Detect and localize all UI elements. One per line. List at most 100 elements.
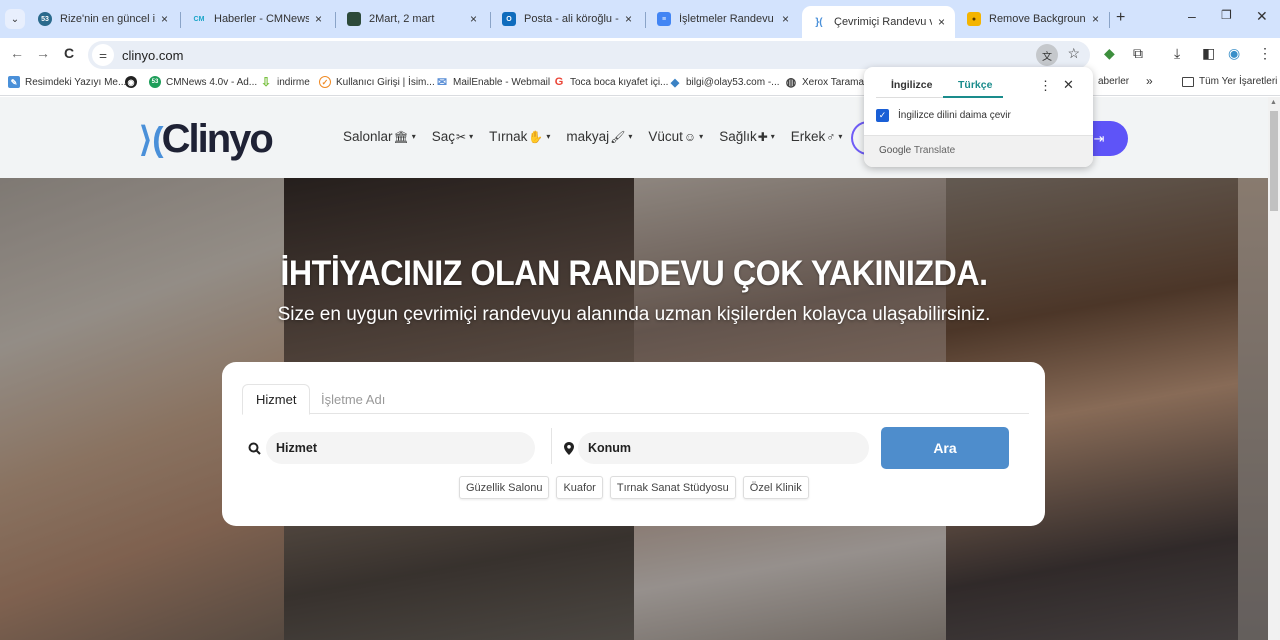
browser-tab[interactable]: CM Haberler - CMNews v6 A × (182, 4, 332, 34)
bookmark-item[interactable]: ✓ Kullanıcı Girişi | İsim... (319, 76, 435, 88)
target-language-tab[interactable]: Türkçe (958, 79, 992, 91)
tab-close-icon[interactable]: × (938, 15, 945, 29)
bookmark-item[interactable]: aberler (1098, 76, 1129, 87)
address-bar[interactable]: ⚌ clinyo.com 文 ☆ (88, 41, 1090, 69)
tab-close-icon[interactable]: × (161, 12, 168, 26)
chip-tirnak-sanat-studyosu[interactable]: Tırnak Sanat Stüdyosu (609, 476, 736, 499)
tab-close-icon[interactable]: × (470, 12, 477, 26)
tab-isletme-adi[interactable]: İşletme Adı (308, 384, 398, 415)
bookmark-icon: ✓ (319, 76, 331, 88)
browser-tab[interactable]: 2Mart, 2 mart × (337, 4, 487, 34)
chevron-down-icon: ⌄ (10, 13, 20, 25)
bookmarks-overflow-button[interactable]: » (1146, 74, 1153, 88)
scrollbar-thumb[interactable] (1270, 111, 1278, 211)
minimize-button[interactable]: – (1188, 8, 1196, 24)
browser-tab-active[interactable]: }( Çevrimiçi Randevu ve Ra × (802, 6, 955, 38)
tab-close-icon[interactable]: × (315, 12, 322, 26)
browser-tab[interactable]: ● Remove Background fror × (957, 4, 1109, 34)
nav-item-erkek[interactable]: Erkek ♂ ▾ (791, 129, 843, 144)
nav-label: Tırnak (489, 129, 528, 144)
translate-icon[interactable]: 文 (1036, 44, 1058, 66)
site-info-icon[interactable]: ⚌ (92, 44, 114, 66)
bookmark-label: aberler (1098, 76, 1130, 87)
bookmark-label: Tüm Yer İşaretleri (1199, 76, 1278, 87)
butterfly-logo-icon: ⟩( (139, 120, 164, 159)
field-divider (551, 428, 552, 464)
chip-guzellik-salonu[interactable]: Güzellik Salonu (459, 476, 550, 499)
nav-item-tirnak[interactable]: Tırnak ✋ ▾ (489, 129, 550, 144)
bookmark-item[interactable]: ✎ Resimdeki Yazıyı Me... (8, 76, 126, 88)
medkit-icon: ✚ (757, 129, 768, 144)
sign-in-icon: ⇥ (1093, 130, 1105, 146)
tab-favicon-icon (347, 12, 361, 26)
chip-kuafor[interactable]: Kuafor (556, 476, 603, 499)
always-translate-label[interactable]: İngilizce dilini daima çevir (898, 110, 1011, 121)
restore-button[interactable]: ❐ (1221, 8, 1232, 22)
more-options-icon[interactable]: ⋮ (1039, 78, 1052, 94)
side-panel-icon[interactable]: ◧ (1202, 45, 1215, 62)
clinyo-logo[interactable]: ⟩( Clinyo (139, 117, 274, 162)
close-window-button[interactable]: ✕ (1256, 8, 1268, 25)
nav-item-sac[interactable]: Saç ✂ ▾ (432, 129, 473, 144)
back-button[interactable]: ← (10, 45, 24, 61)
nav-item-makyaj[interactable]: makyaj 🖌 ▾ (566, 129, 632, 144)
nav-label: Saç (431, 129, 456, 144)
tab-favicon-icon: ≡ (657, 12, 671, 26)
browser-tab[interactable]: ≡ İşletmeler Randevu Yöne × (647, 4, 799, 34)
extensions-puzzle-icon[interactable]: ⧉ (1133, 45, 1143, 62)
main-nav: Salonlar 🏛 ▾ Saç ✂ ▾ Tırnak ✋ ▾ makyaj 🖌 ▾ Vücut… (343, 129, 842, 144)
bookmark-icon: ⇩ (260, 75, 272, 89)
page-scrollbar[interactable]: ▲ (1268, 97, 1280, 640)
caret-down-icon: ▾ (838, 132, 843, 141)
downloads-icon[interactable]: ⤓ (1174, 45, 1180, 62)
hero-section: İHTİYACINIZ OLAN RANDEVU ÇOK YAKINIZDA. … (0, 178, 1268, 640)
new-tab-button[interactable]: + (1116, 9, 1125, 27)
tab-close-icon[interactable]: × (625, 12, 632, 26)
caret-down-icon: ▾ (546, 132, 551, 141)
logo-text: Clinyo (161, 117, 274, 161)
search-icon (248, 442, 261, 458)
tab-search-button[interactable]: ⌄ (5, 9, 25, 29)
bookmark-item[interactable]: ◍ Xerox Tarama (785, 75, 864, 89)
chip-ozel-klinik[interactable]: Özel Klinik (742, 476, 809, 499)
nav-item-saglik[interactable]: Sağlık ✚ ▾ (719, 129, 775, 144)
tab-close-icon[interactable]: × (1092, 12, 1099, 26)
source-language-tab[interactable]: İngilizce (891, 79, 932, 91)
bookmark-item[interactable]: ◆ bilgi@olay53.com -... (669, 76, 780, 89)
search-tabs: Hizmet İşletme Adı (242, 384, 1029, 415)
bookmark-item[interactable]: ✉ MailEnable - Webmail (436, 75, 550, 89)
caret-down-icon: ▾ (411, 132, 416, 141)
bookmark-item[interactable]: ◉ (125, 76, 142, 88)
scissors-icon: ✂ (456, 129, 467, 144)
browser-tab[interactable]: 53 Rize'nin en güncel interne × (28, 4, 178, 34)
location-input[interactable]: Konum (578, 432, 869, 464)
reload-button[interactable]: C (64, 45, 74, 61)
scroll-up-arrow-icon[interactable]: ▲ (1270, 99, 1277, 106)
search-submit-button[interactable]: Ara (881, 427, 1009, 469)
tab-hizmet[interactable]: Hizmet (242, 384, 311, 415)
always-translate-checkbox[interactable]: ✓ (876, 109, 889, 122)
menu-icon[interactable]: ⋮ (1258, 45, 1272, 62)
url-text[interactable]: clinyo.com (122, 48, 183, 63)
bookmark-label: Resimdeki Yazıyı Me... (25, 76, 127, 88)
bookmark-item[interactable]: ⇩ indirme (260, 75, 310, 89)
all-bookmarks-button[interactable]: Tüm Yer İşaretleri (1182, 76, 1277, 87)
bookmark-item[interactable]: 53 CMNews 4.0v - Ad... (149, 76, 257, 88)
browser-tab-bar: ⌄ 53 Rize'nin en güncel interne × CM Hab… (0, 0, 1280, 38)
bookmark-item[interactable]: G Toca boca kıyafet içi... (553, 76, 669, 88)
nav-item-salonlar[interactable]: Salonlar 🏛 ▾ (343, 129, 416, 144)
browser-tab[interactable]: O Posta - ali köroğlu - Outl × (492, 4, 642, 34)
nav-label: Salonlar (343, 129, 393, 144)
bookmark-icon: ◍ (785, 75, 797, 89)
tab-close-icon[interactable]: × (782, 12, 789, 26)
browser-toolbar: ← → C ⚌ clinyo.com 文 ☆ ◆ ⧉ ⤓ ◧ ◉ ⋮ (0, 38, 1280, 70)
bookmark-star-icon[interactable]: ☆ (1067, 45, 1080, 62)
forward-button[interactable]: → (36, 45, 50, 61)
close-icon[interactable]: ✕ (1063, 77, 1074, 93)
extension-icon[interactable]: ◆ (1104, 45, 1115, 62)
nav-item-vucut[interactable]: Vücut ☺ ▾ (648, 129, 703, 144)
tab-title: Posta - ali köroğlu - Outl (524, 13, 619, 25)
profile-avatar-icon[interactable]: ◉ (1228, 45, 1240, 62)
service-input[interactable]: Hizmet (266, 432, 535, 464)
translate-footer: Google Translate (864, 135, 1093, 167)
